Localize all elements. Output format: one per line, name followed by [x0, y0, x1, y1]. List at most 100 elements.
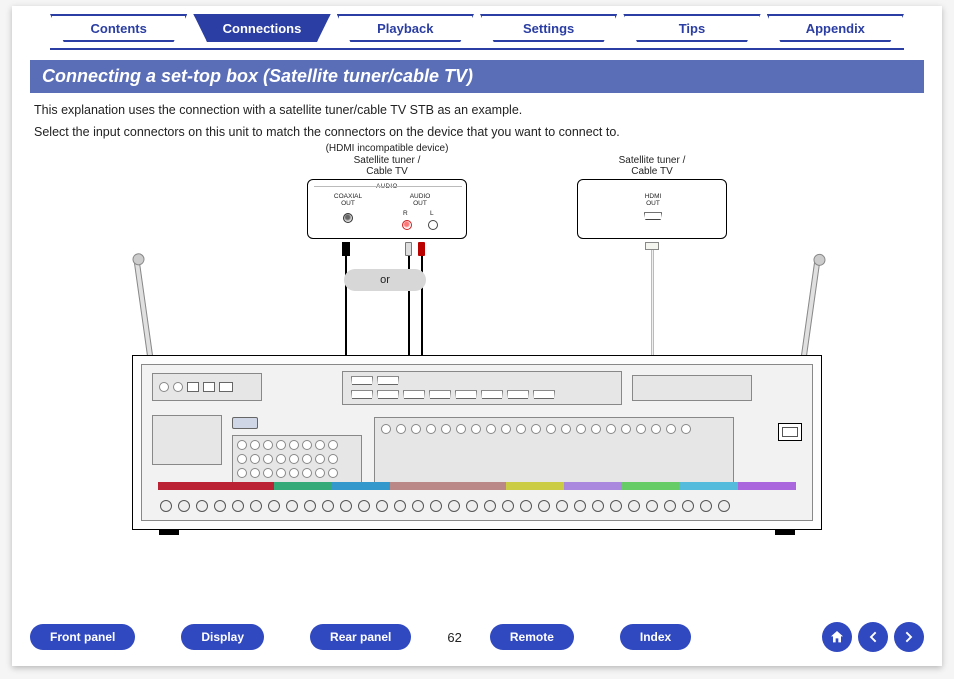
- control-bank: [632, 375, 752, 401]
- rca-jack-icon: [315, 440, 325, 450]
- rca-jack-icon: [276, 454, 286, 464]
- digital-jack-icon: [159, 382, 169, 392]
- rca-jack-icon: [471, 424, 481, 434]
- connection-diagram: (HDMI incompatible device) Satellite tun…: [122, 145, 832, 545]
- binding-post-icon: [484, 500, 496, 512]
- rca-jack-icon: [250, 468, 260, 478]
- tab-settings[interactable]: Settings: [480, 14, 617, 42]
- hdmi-slot-icon: [351, 390, 373, 399]
- right-device-title-1: Satellite tuner /: [577, 155, 727, 167]
- front-panel-button[interactable]: Front panel: [30, 624, 135, 650]
- rca-jack-icon: [456, 424, 466, 434]
- rca-jack-icon: [289, 468, 299, 478]
- rca-jack-icon: [381, 424, 391, 434]
- rca-jack-icon: [576, 424, 586, 434]
- lan-jack-icon: [219, 382, 233, 392]
- digital-jack-icon: [173, 382, 183, 392]
- receiver-inner: [141, 364, 813, 521]
- nav-icon-group: [822, 622, 924, 652]
- rca-l-label: L: [430, 211, 434, 218]
- binding-post-icon: [358, 500, 370, 512]
- rca-jack-icon: [315, 454, 325, 464]
- rca-jack-icon: [328, 440, 338, 450]
- or-pill: or: [344, 269, 426, 291]
- display-button[interactable]: Display: [181, 624, 264, 650]
- rca-jack-icon: [486, 424, 496, 434]
- section-heading: Connecting a set-top box (Satellite tune…: [30, 60, 924, 93]
- right-device-box: HDMI OUT: [577, 179, 727, 239]
- hdmi-bank: [342, 371, 622, 405]
- prev-page-button[interactable]: [858, 622, 888, 652]
- rca-red-plug-top-icon: [418, 242, 425, 256]
- binding-post-icon: [394, 500, 406, 512]
- hdmi-slot-icon: [403, 390, 425, 399]
- rca-white-plug-top-icon: [405, 242, 412, 256]
- hdmi-slot-icon: [481, 390, 503, 399]
- rca-jack-icon: [263, 440, 273, 450]
- coax-out-2: OUT: [328, 201, 368, 208]
- index-button[interactable]: Index: [620, 624, 691, 650]
- tab-appendix[interactable]: Appendix: [767, 14, 904, 42]
- tab-underline: [50, 48, 904, 50]
- rca-jack-icon: [302, 454, 312, 464]
- rca-jack-icon: [516, 424, 526, 434]
- binding-post-icon: [304, 500, 316, 512]
- hdmi-slot-icon: [351, 376, 373, 385]
- binding-post-icon: [322, 500, 334, 512]
- tab-connections[interactable]: Connections: [193, 14, 330, 42]
- hdmi-slot-icon: [429, 390, 451, 399]
- binding-post-icon: [700, 500, 712, 512]
- rca-jack-icon: [606, 424, 616, 434]
- rca-jack-icon: [531, 424, 541, 434]
- remote-button[interactable]: Remote: [490, 624, 574, 650]
- binding-post-icon: [682, 500, 694, 512]
- rca-jack-icon: [651, 424, 661, 434]
- rca-jack-icon: [328, 454, 338, 464]
- rear-panel-button[interactable]: Rear panel: [310, 624, 411, 650]
- home-button[interactable]: [822, 622, 852, 652]
- rca-jack-icon: [263, 468, 273, 478]
- rca-jack-icon: [302, 468, 312, 478]
- rca-jack-icon: [328, 468, 338, 478]
- tab-contents[interactable]: Contents: [50, 14, 187, 42]
- next-page-button[interactable]: [894, 622, 924, 652]
- left-device-box: AUDIO COAXIAL OUT AUDIO OUT R L: [307, 179, 467, 239]
- optical-jack-icon: [187, 382, 199, 392]
- rca-jack-icon: [411, 424, 421, 434]
- rca-jack-icon: [441, 424, 451, 434]
- tuner-bank: [152, 415, 222, 465]
- rca-jack-icon: [396, 424, 406, 434]
- binding-post-icon: [664, 500, 676, 512]
- or-label: or: [380, 274, 390, 286]
- binding-post-icon: [556, 500, 568, 512]
- top-tab-row: Contents Connections Playback Settings T…: [50, 14, 904, 42]
- audio-out-2: OUT: [400, 201, 440, 208]
- hdmi-incompatible-note: (HDMI incompatible device): [312, 143, 462, 155]
- binding-post-icon: [448, 500, 460, 512]
- tab-playback[interactable]: Playback: [337, 14, 474, 42]
- hdmi-plug-top-icon: [645, 242, 659, 250]
- rca-jack-icon: [636, 424, 646, 434]
- rca-jack-icon: [289, 440, 299, 450]
- speaker-color-strip: [158, 482, 796, 490]
- digital-bank: [152, 373, 262, 401]
- rca-jack-icon: [591, 424, 601, 434]
- rca-jack-icon: [263, 454, 273, 464]
- tab-tips[interactable]: Tips: [623, 14, 760, 42]
- foot-right-icon: [775, 529, 795, 535]
- rca-l-port-icon: [428, 220, 438, 230]
- intro-line-2: Select the input connectors on this unit…: [34, 123, 920, 141]
- coax-plug-top-icon: [342, 242, 350, 256]
- rca-jack-icon: [302, 440, 312, 450]
- binding-post-icon: [610, 500, 622, 512]
- left-device-title-2: Cable TV: [312, 166, 462, 178]
- hdmi-slot-icon: [533, 390, 555, 399]
- optical-jack-icon: [203, 382, 215, 392]
- coaxial-port-icon: [343, 213, 353, 223]
- foot-left-icon: [159, 529, 179, 535]
- binding-post-icon: [232, 500, 244, 512]
- binding-post-icon: [538, 500, 550, 512]
- rca-jack-icon: [681, 424, 691, 434]
- power-inlet-icon: [778, 423, 802, 441]
- arrow-right-icon: [901, 629, 917, 645]
